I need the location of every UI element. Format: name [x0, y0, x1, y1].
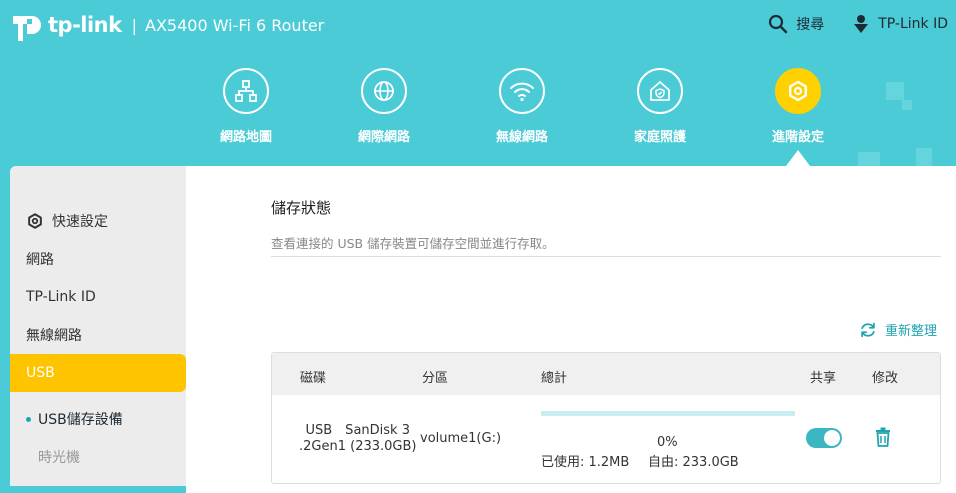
sidebar-subitem-label: 時光機	[38, 450, 80, 466]
title-separator: |	[131, 15, 137, 35]
sidebar-item-usb[interactable]: USB	[10, 354, 186, 392]
disk-name: USB SanDisk 3 .2Gen1 (233.0GB)	[299, 423, 416, 455]
search-button[interactable]: 搜尋	[768, 14, 824, 34]
sidebar-subitem-label: USB儲存設備	[38, 412, 123, 428]
partition-name: volume1(G:)	[420, 431, 502, 446]
globe-icon	[361, 68, 407, 114]
delete-button[interactable]	[875, 427, 891, 451]
tplink-id-button[interactable]: TP-Link ID	[852, 14, 948, 34]
nav-label: 網際網路	[357, 130, 410, 145]
refresh-label: 重新整理	[885, 324, 938, 339]
tplink-logo[interactable]: tp-link | AX5400 Wi-Fi 6 Router	[10, 8, 324, 42]
refresh-icon	[861, 322, 875, 337]
main-nav: 網路地圖 網際網路 無線網路 家庭照護 進階設定	[0, 68, 956, 158]
account-icon	[854, 15, 869, 33]
sidebar-item-wireless[interactable]: 無線網路	[10, 316, 186, 354]
page-title: 儲存狀態	[271, 199, 332, 217]
router-model-title: AX5400 Wi-Fi 6 Router	[145, 15, 325, 35]
nav-label: 網路地圖	[219, 130, 272, 145]
disk-name-line2: .2Gen1 (233.0GB)	[299, 439, 417, 454]
nav-homecare[interactable]: 家庭照護	[610, 68, 710, 145]
account-label: TP-Link ID	[878, 16, 948, 32]
nav-internet[interactable]: 網際網路	[334, 68, 434, 145]
sidebar-item-tplink-id[interactable]: TP-Link ID	[10, 278, 186, 316]
column-header-share: 共享	[810, 371, 837, 386]
free-space: 自由: 233.0GB	[648, 455, 739, 470]
gear-icon	[775, 68, 821, 114]
sidebar-item-label: 快速設定	[52, 214, 108, 230]
usage-bar	[541, 411, 795, 416]
nav-advanced[interactable]: 進階設定	[748, 68, 848, 145]
nav-label: 無線網路	[495, 130, 548, 145]
sidebar-item-label: 無線網路	[26, 328, 82, 344]
sidebar: 快速設定 網路 TP-Link ID 無線網路 USB USB儲存設備 時光機	[10, 166, 186, 486]
page-description: 查看連接的 USB 儲存裝置可儲存空間並進行存取。	[271, 236, 555, 251]
share-toggle[interactable]	[806, 428, 842, 448]
table-row: USB SanDisk 3 .2Gen1 (233.0GB) volume1(G…	[272, 395, 940, 483]
main-content: 儲存狀態 查看連接的 USB 儲存裝置可儲存空間並進行存取。 重新整理 磁碟 分…	[186, 166, 956, 493]
sidebar-item-label: USB	[26, 365, 55, 381]
column-header-total: 總計	[541, 371, 568, 386]
wifi-icon	[499, 68, 545, 114]
network-map-icon	[223, 68, 269, 114]
trash-icon	[876, 427, 890, 447]
sidebar-subitem-time-machine[interactable]: 時光機	[10, 442, 186, 472]
column-header-modify: 修改	[872, 371, 899, 386]
sidebar-item-network[interactable]: 網路	[10, 240, 186, 278]
brand-name: tp-link	[48, 13, 122, 37]
search-label: 搜尋	[796, 17, 825, 33]
storage-table: 磁碟 分區 總計 共享 修改 USB SanDisk 3 .2Gen1 (233…	[271, 352, 941, 484]
column-header-partition: 分區	[422, 371, 449, 386]
tplink-logo-icon	[13, 16, 41, 41]
usage-percent: 0%	[657, 435, 678, 450]
disk-name-line1: USB SanDisk 3	[305, 423, 410, 438]
home-shield-icon	[637, 68, 683, 114]
nav-network-map[interactable]: 網路地圖	[196, 68, 296, 145]
refresh-button[interactable]: 重新整理	[859, 320, 937, 339]
active-nav-pointer	[786, 150, 810, 166]
sidebar-item-quick-setup[interactable]: 快速設定	[10, 202, 186, 240]
column-header-disk: 磁碟	[300, 371, 327, 386]
table-header: 磁碟 分區 總計 共享 修改	[272, 353, 940, 395]
search-icon	[769, 14, 788, 34]
toggle-knob	[824, 430, 840, 446]
nav-wireless[interactable]: 無線網路	[472, 68, 572, 145]
sidebar-item-label: 網路	[26, 252, 54, 268]
divider	[271, 256, 941, 257]
sidebar-subitem-usb-storage[interactable]: USB儲存設備	[10, 404, 186, 434]
sidebar-item-label: TP-Link ID	[26, 289, 96, 305]
active-dot	[26, 416, 31, 422]
top-bar: tp-link | AX5400 Wi-Fi 6 Router 搜尋 TP-Li…	[0, 0, 956, 56]
nav-label: 家庭照護	[633, 130, 686, 145]
gear-icon	[28, 213, 42, 229]
used-space: 已使用: 1.2MB	[541, 455, 630, 470]
nav-label: 進階設定	[771, 130, 824, 145]
